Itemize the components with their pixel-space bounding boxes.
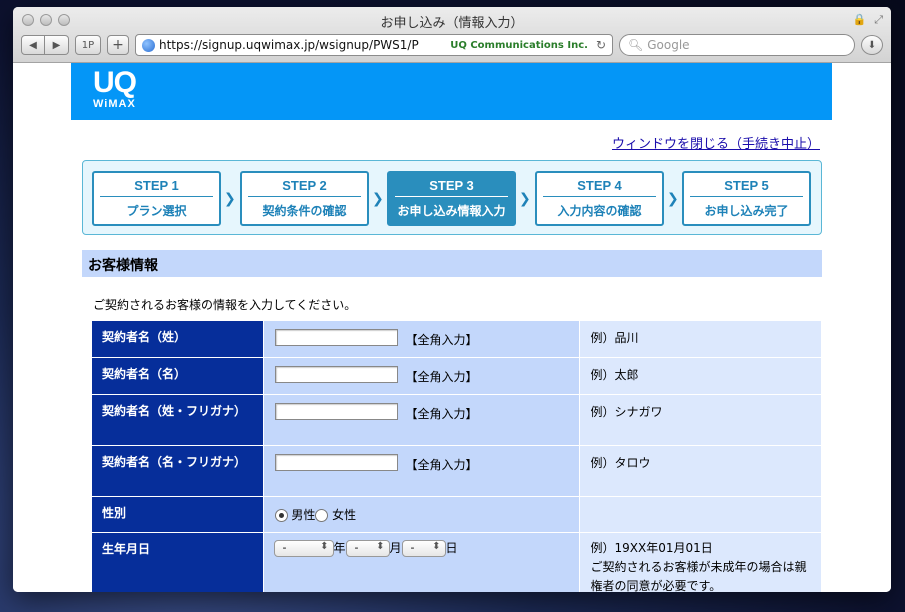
gender-male-radio[interactable]	[274, 508, 288, 522]
birth-month-select[interactable]: -	[345, 539, 390, 557]
birth-day-select[interactable]: -	[401, 539, 446, 557]
site-header: UQ WiMAX	[71, 63, 832, 120]
field-label: 契約者名（姓）	[92, 321, 264, 358]
title-bar: お申し込み（情報入力） 🔒 ⤢ ◀ ▶ 1P + https://signup.…	[13, 7, 891, 63]
step-5: STEP 5 お申し込み完了	[682, 171, 811, 226]
downloads-button[interactable]: ⬇	[861, 35, 883, 55]
step-1: STEP 1 プラン選択	[92, 171, 221, 226]
step-progress: STEP 1 プラン選択 ❯ STEP 2 契約条件の確認 ❯ STEP 3 お…	[82, 160, 822, 235]
field-label: 契約者名（名・フリガナ）	[92, 445, 264, 497]
table-row: 生年月日 -年-月-日 例）19XX年01月01日 ご契約されるお客様が未成年の…	[92, 532, 821, 592]
customer-info-form: 契約者名（姓） 【全角入力】 例）品川 契約者名（名） 【全角入力】 例）太郎 …	[92, 321, 821, 592]
section-title: お客様情報	[82, 250, 822, 277]
first-name-input[interactable]	[274, 365, 398, 383]
chevron-right-icon: ❯	[224, 191, 236, 207]
gender-female-radio[interactable]	[315, 508, 329, 522]
fullscreen-icon[interactable]: ⤢	[874, 13, 883, 27]
field-example: 例）品川	[579, 321, 821, 358]
chevron-right-icon: ❯	[667, 191, 679, 207]
field-example: 例）太郎	[579, 357, 821, 395]
browser-window: お申し込み（情報入力） 🔒 ⤢ ◀ ▶ 1P + https://signup.…	[13, 7, 891, 592]
table-row: 契約者名（名） 【全角入力】 例）太郎	[92, 357, 821, 395]
search-placeholder: Google	[647, 38, 690, 52]
chevron-right-icon: ❯	[519, 191, 531, 207]
table-row: 契約者名（名・フリガナ） 【全角入力】 例）タロウ	[92, 445, 821, 497]
section-intro: ご契約されるお客様の情報を入力してください。	[93, 298, 357, 312]
uq-wimax-logo[interactable]: UQ WiMAX	[93, 68, 137, 111]
field-example: 例）タロウ	[579, 445, 821, 497]
certificate-label: UQ Communications Inc.	[450, 39, 588, 51]
field-label: 生年月日	[92, 532, 264, 592]
field-note: ご契約されるお客様が未成年の場合は親権者の同意が必要です。	[590, 559, 807, 593]
table-row: 契約者名（姓・フリガナ） 【全角入力】 例）シナガワ	[92, 394, 821, 446]
search-input[interactable]: 🔍︎ Google	[619, 34, 855, 56]
step-3: STEP 3 お申し込み情報入力	[387, 171, 516, 226]
table-row: 性別 男性 女性	[92, 496, 821, 533]
search-icon: 🔍︎	[628, 38, 644, 52]
address-bar[interactable]: https://signup.uqwimax.jp/wsignup/PWS1/P…	[135, 34, 613, 56]
gender-male-label[interactable]: 男性	[291, 508, 315, 522]
gender-female-label[interactable]: 女性	[332, 508, 356, 522]
add-bookmark-button[interactable]: +	[107, 35, 129, 55]
globe-icon	[142, 38, 155, 52]
forward-button[interactable]: ▶	[45, 35, 69, 55]
url-text: https://signup.uqwimax.jp/wsignup/PWS1/P	[159, 38, 419, 52]
close-window-link[interactable]: ウィンドウを閉じる（手続き中止）	[612, 133, 820, 152]
step-4: STEP 4 入力内容の確認	[535, 171, 664, 226]
field-example: 例）シナガワ	[579, 394, 821, 446]
birth-year-select[interactable]: -	[273, 539, 334, 557]
window-title: お申し込み（情報入力）	[380, 16, 524, 31]
browser-toolbar: ◀ ▶ 1P + https://signup.uqwimax.jp/wsign…	[21, 34, 883, 56]
field-label: 契約者名（名）	[92, 357, 264, 395]
last-name-kana-input[interactable]	[274, 402, 398, 420]
reload-icon[interactable]: ↻	[596, 38, 606, 52]
field-label: 契約者名（姓・フリガナ）	[92, 394, 264, 446]
last-name-input[interactable]	[274, 329, 398, 346]
chevron-right-icon: ❯	[372, 191, 384, 207]
lock-icon: 🔒	[852, 13, 867, 26]
field-label: 性別	[92, 496, 264, 533]
top-sites-button[interactable]: 1P	[75, 35, 101, 55]
table-row: 契約者名（姓） 【全角入力】 例）品川	[92, 321, 821, 358]
field-example: 例）19XX年01月01日	[590, 540, 713, 555]
first-name-kana-input[interactable]	[274, 453, 398, 471]
back-button[interactable]: ◀	[21, 35, 45, 55]
step-2: STEP 2 契約条件の確認	[240, 171, 369, 226]
page-content: UQ WiMAX ウィンドウを閉じる（手続き中止） STEP 1 プラン選択 ❯…	[13, 63, 891, 592]
